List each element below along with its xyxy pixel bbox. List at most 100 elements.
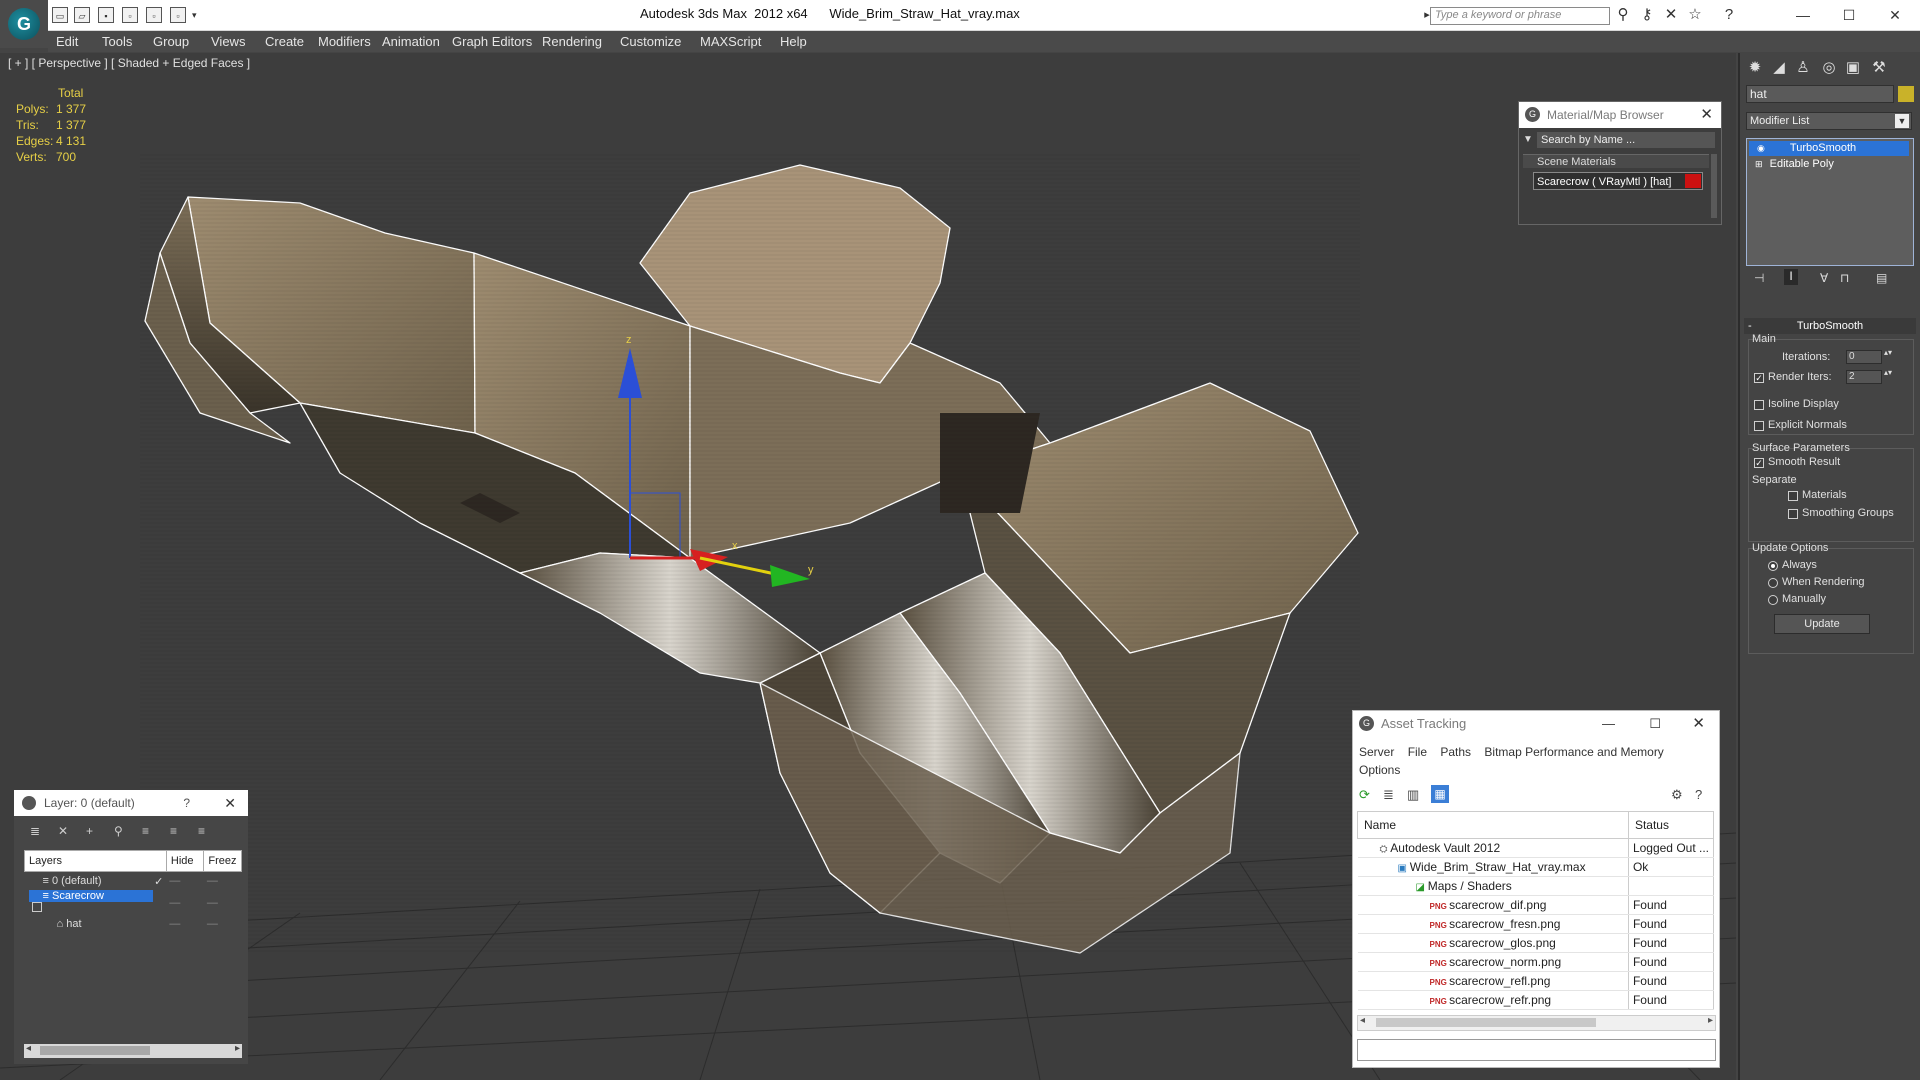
save-file-icon[interactable]: ▪ — [98, 7, 114, 23]
spinner-arrows-icon[interactable]: ▴▾ — [1884, 348, 1892, 357]
turbosmooth-rollout-title[interactable]: - TurboSmooth — [1744, 318, 1916, 334]
help-icon[interactable]: ? — [1695, 787, 1702, 802]
asset-menu-server[interactable]: Server — [1359, 745, 1394, 759]
when-rendering-radio[interactable] — [1768, 578, 1778, 588]
tools-icon[interactable]: ✕ — [1662, 6, 1680, 24]
scroll-right-icon[interactable]: ▸ — [1708, 1015, 1713, 1026]
redo-icon[interactable]: ▫ — [146, 7, 162, 23]
new-scene-icon[interactable]: ▭ — [52, 7, 68, 23]
always-radio[interactable] — [1768, 561, 1778, 571]
asset-horizontal-scrollbar[interactable]: ◂ ▸ — [1357, 1015, 1716, 1031]
active-checkmark-icon[interactable]: ✓ — [154, 875, 163, 888]
manually-radio[interactable] — [1768, 595, 1778, 605]
maximize-button[interactable]: ☐ — [1649, 711, 1661, 737]
freeze-toggle[interactable]: — — [204, 872, 242, 891]
object-name-field[interactable]: hat — [1746, 85, 1894, 103]
modify-tab-icon[interactable]: ◢ — [1768, 57, 1790, 79]
help-icon[interactable]: ? — [1720, 6, 1738, 24]
close-icon[interactable]: ✕ — [1692, 711, 1705, 737]
display-tab-icon[interactable]: ▣ — [1842, 57, 1864, 79]
freeze-toggle[interactable]: — — [204, 890, 242, 915]
menu-maxscript[interactable]: MAXScript — [700, 31, 761, 52]
close-button[interactable]: ✕ — [1872, 2, 1918, 28]
scroll-left-icon[interactable]: ◂ — [1360, 1015, 1365, 1026]
table-row[interactable]: PNG scarecrow_refl.png Found — [1357, 971, 1715, 991]
highlight-selected-icon[interactable]: ≡ — [142, 824, 149, 838]
binoculars-icon[interactable]: ⚲ — [1614, 6, 1632, 24]
table-row[interactable]: PNG scarecrow_refr.png Found — [1357, 990, 1715, 1010]
motion-tab-icon[interactable]: ◎ — [1818, 57, 1840, 79]
search-input[interactable]: Type a keyword or phrase — [1430, 7, 1610, 25]
hide-toggle[interactable]: — — [166, 872, 204, 891]
menu-modifiers[interactable]: Modifiers — [318, 31, 371, 52]
layer-row[interactable]: ≡ Scarecrow — — — [25, 890, 242, 915]
column-header-freeze[interactable]: Freez — [203, 850, 242, 872]
create-layer-icon[interactable]: ≣ — [30, 824, 40, 838]
material-item-scarecrow[interactable]: Scarecrow ( VRayMtl ) [hat] — [1533, 172, 1703, 190]
menu-create[interactable]: Create — [265, 31, 304, 52]
qa-dropdown-icon[interactable]: ▾ — [192, 10, 197, 21]
asset-menu-options[interactable]: Options — [1359, 763, 1400, 777]
help-icon[interactable]: ? — [183, 790, 190, 816]
table-row[interactable]: PNG scarecrow_dif.png Found — [1357, 895, 1715, 915]
table-row[interactable]: ▣ Wide_Brim_Straw_Hat_vray.max Ok — [1357, 857, 1715, 877]
smooth-result-checkbox[interactable]: ✓ — [1754, 458, 1764, 468]
table-row[interactable]: ◪ Maps / Shaders — [1357, 876, 1715, 896]
render-iters-checkbox[interactable]: ✓ — [1754, 373, 1764, 383]
select-objects-icon[interactable]: ⚲ — [114, 824, 123, 838]
app-logo[interactable]: G — [0, 0, 48, 48]
iterations-spinner[interactable]: 0 — [1846, 350, 1882, 364]
browser-scrollbar[interactable] — [1711, 154, 1717, 218]
column-header-status[interactable]: Status — [1627, 811, 1715, 839]
menu-group[interactable]: Group — [153, 31, 189, 52]
column-header-layers[interactable]: Layers — [24, 850, 167, 872]
table-row[interactable]: PNG scarecrow_fresn.png Found — [1357, 914, 1715, 934]
close-icon[interactable]: ✕ — [224, 790, 236, 816]
column-header-name[interactable]: Name — [1357, 811, 1629, 839]
layer-horizontal-scrollbar[interactable]: ◂ ▸ — [24, 1043, 242, 1058]
scroll-thumb[interactable] — [40, 1046, 150, 1055]
freeze-all-icon[interactable]: ≡ — [198, 824, 205, 838]
scroll-right-icon[interactable]: ▸ — [235, 1043, 240, 1054]
table-row[interactable]: PNG scarecrow_glos.png Found — [1357, 933, 1715, 953]
menu-help[interactable]: Help — [780, 31, 807, 52]
hide-toggle[interactable]: — — [166, 890, 204, 915]
freeze-toggle[interactable]: — — [204, 915, 242, 933]
update-button[interactable]: Update — [1774, 614, 1870, 634]
thumbnail-view-icon[interactable]: ▥ — [1407, 787, 1419, 803]
menu-rendering[interactable]: Rendering — [542, 31, 602, 52]
refresh-icon[interactable]: ⟳ — [1359, 787, 1370, 803]
spinner-arrows-icon[interactable]: ▴▾ — [1884, 368, 1892, 377]
stack-item-editable-poly[interactable]: ⊞ Editable Poly — [1749, 157, 1909, 172]
minimize-button[interactable]: — — [1780, 2, 1826, 28]
utilities-tab-icon[interactable]: ⚒ — [1868, 57, 1890, 79]
active-layer-box[interactable] — [31, 902, 42, 912]
smoothing-groups-checkbox[interactable] — [1788, 509, 1798, 519]
material-search-input[interactable]: Search by Name ... — [1537, 132, 1715, 148]
undo-icon[interactable]: ▫ — [122, 7, 138, 23]
asset-tracking-titlebar[interactable]: G Asset Tracking — ☐ ✕ — [1353, 711, 1719, 737]
menu-animation[interactable]: Animation — [382, 31, 440, 52]
maximize-button[interactable]: ☐ — [1826, 2, 1872, 28]
menu-graph-editors[interactable]: Graph Editors — [452, 31, 532, 52]
modifier-list-dropdown[interactable]: Modifier List ▼ — [1746, 112, 1912, 130]
object-color-swatch[interactable] — [1898, 86, 1914, 102]
layer-row[interactable]: ≡ 0 (default) ✓ — — — [25, 872, 242, 891]
scroll-thumb[interactable] — [1376, 1018, 1596, 1027]
pin-stack-icon[interactable]: ⊣ — [1754, 271, 1764, 285]
table-row[interactable]: PNG scarecrow_norm.png Found — [1357, 952, 1715, 972]
asset-menu-paths[interactable]: Paths — [1440, 745, 1471, 759]
asset-menu-file[interactable]: File — [1408, 745, 1427, 759]
stack-item-turbosmooth[interactable]: ◉ TurboSmooth — [1749, 141, 1909, 156]
vault-server-icon[interactable]: ⚙ — [1671, 787, 1683, 803]
expand-plus-icon[interactable]: ⊞ — [1755, 159, 1763, 169]
menu-customize[interactable]: Customize — [620, 31, 681, 52]
create-tab-icon[interactable]: ✹ — [1744, 57, 1766, 79]
menu-tools[interactable]: Tools — [102, 31, 132, 52]
material-browser-titlebar[interactable]: G Material/Map Browser ✕ — [1519, 102, 1721, 128]
list-view-icon[interactable]: ≣ — [1383, 787, 1394, 803]
table-row[interactable]: ⛭ Autodesk Vault 2012 Logged Out ... — [1357, 838, 1715, 858]
close-icon[interactable]: ✕ — [1700, 102, 1713, 128]
asset-menu-bitmap-performance[interactable]: Bitmap Performance and Memory — [1484, 745, 1663, 759]
scroll-left-icon[interactable]: ◂ — [26, 1043, 31, 1054]
